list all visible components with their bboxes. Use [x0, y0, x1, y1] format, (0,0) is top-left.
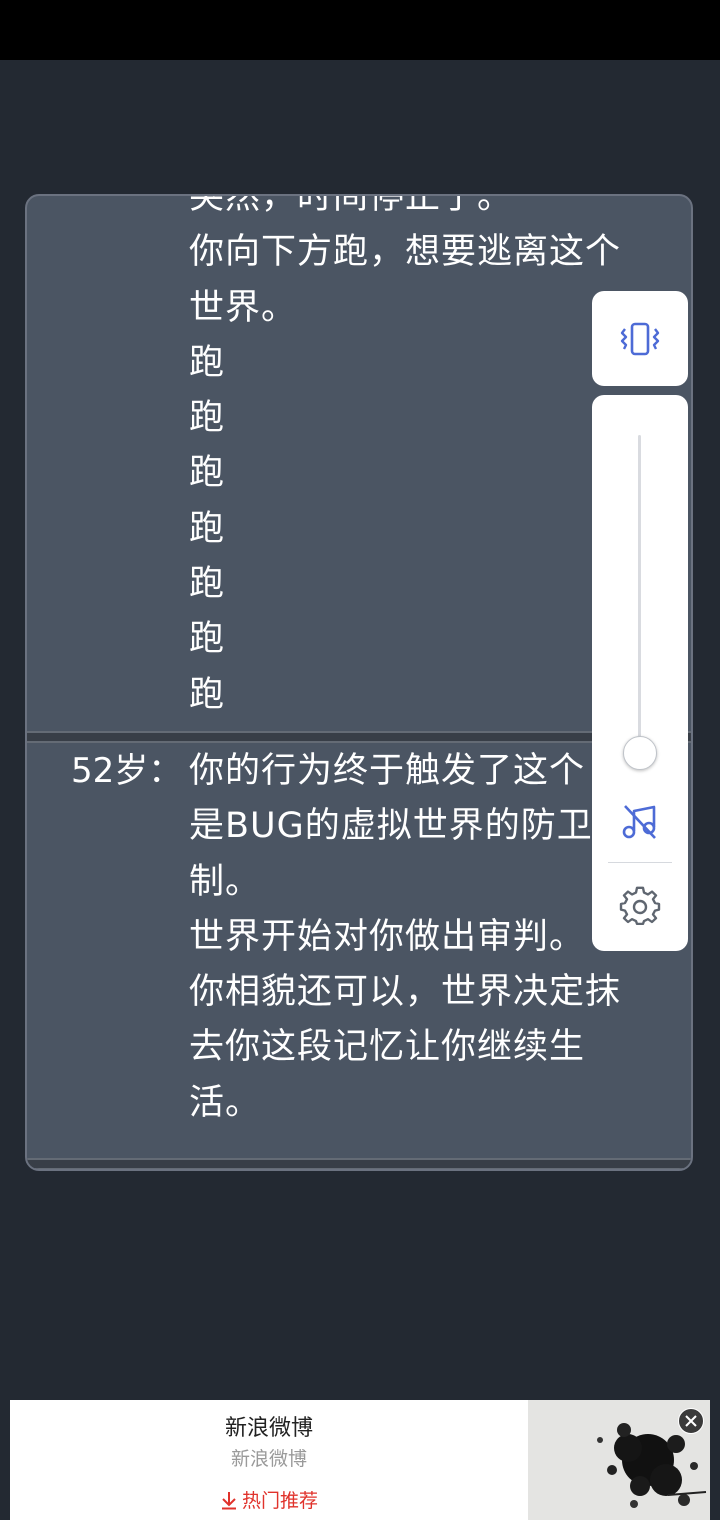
- close-icon: [685, 1415, 697, 1427]
- entry-line: 跑: [189, 619, 226, 660]
- entry-line: 你的行为终于触发了这个: [189, 751, 586, 791]
- entry-age: 52岁：: [71, 751, 183, 791]
- gear-icon: [619, 886, 661, 926]
- entry-line: 制。: [189, 861, 262, 902]
- volume-slider-knob[interactable]: [623, 736, 657, 770]
- entry-line: 世界。: [189, 287, 298, 328]
- control-panel: [592, 395, 688, 951]
- entry-line: 你相貌还可以，世界决定抹: [189, 972, 622, 1013]
- vibrate-icon: [620, 322, 660, 355]
- status-bar: [0, 0, 720, 60]
- ad-banner[interactable]: 新浪微博 新浪微博 热门推荐: [10, 1400, 710, 1520]
- music-toggle-button[interactable]: [616, 797, 664, 845]
- entry-text: 你的行为终于触发了这个 是BUG的虚拟世界的防卫 制。 世界开始对你做出审判。 …: [189, 744, 649, 1131]
- ad-cta-label: 热门推荐: [241, 1490, 318, 1512]
- entry-line: 世界开始对你做出审判。: [189, 916, 586, 957]
- entry-divider: [27, 1158, 691, 1169]
- entry-line: 去你这段记忆让你继续生: [189, 1027, 586, 1068]
- ad-close-button[interactable]: [678, 1408, 704, 1434]
- entry-line: 跑: [189, 453, 226, 494]
- ad-subtitle: 新浪微博: [230, 1448, 307, 1470]
- settings-button[interactable]: [616, 883, 664, 931]
- volume-slider-track[interactable]: [638, 435, 641, 753]
- vibrate-button[interactable]: [592, 291, 688, 386]
- ad-title: 新浪微博: [224, 1416, 313, 1441]
- entry-line: 活。: [189, 1082, 262, 1123]
- entry-line: 跑: [189, 398, 226, 439]
- entry-line: 跑: [189, 564, 226, 605]
- entry-line: 是BUG的虚拟世界的防卫: [189, 806, 593, 847]
- entry-line: 跑: [189, 508, 226, 549]
- entry-line: 跑: [189, 342, 226, 383]
- download-icon: [221, 1491, 236, 1509]
- control-divider: [608, 862, 672, 863]
- entry-text: 突然，时间停止了。 你向下方跑，想要逃离这个 世界。 跑 跑 跑 跑 跑 跑 跑: [189, 194, 649, 723]
- entry-line: 突然，时间停止了。: [189, 194, 514, 217]
- ad-cta-link[interactable]: 热门推荐: [10, 1486, 528, 1513]
- music-off-icon: [622, 805, 656, 839]
- entry-line: 你向下方跑，想要逃离这个: [189, 232, 622, 273]
- entry-line: 跑: [189, 674, 226, 715]
